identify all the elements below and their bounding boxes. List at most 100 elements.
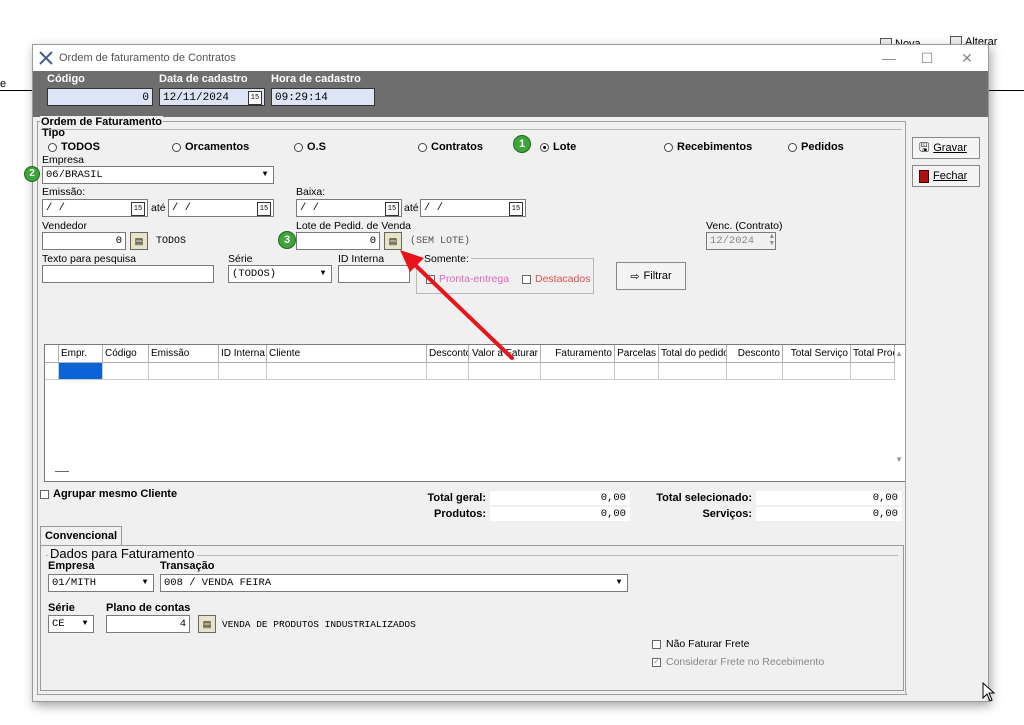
bg-left-fragment: e bbox=[0, 78, 7, 90]
empresa-select[interactable]: 06/BRASIL ▼ bbox=[42, 166, 274, 184]
baixa-ate-field[interactable]: / / 15 bbox=[420, 199, 526, 217]
grid-cell[interactable] bbox=[851, 363, 895, 380]
grid-column-header[interactable]: Código bbox=[103, 345, 149, 363]
transacao-label: Transação bbox=[160, 560, 215, 572]
maximize-button[interactable]: ☐ bbox=[913, 49, 941, 67]
tipo-radio-orcamentos[interactable]: Orcamentos bbox=[172, 141, 249, 153]
grid-cell[interactable] bbox=[783, 363, 851, 380]
spinner-icon[interactable]: ▲ ▼ bbox=[770, 234, 774, 248]
total-selecionado-value: 0,00 bbox=[756, 491, 902, 505]
tipo-radio-contratos[interactable]: Contratos bbox=[418, 141, 483, 153]
grid-column-header[interactable]: Emissão bbox=[149, 345, 219, 363]
emissao-de-field[interactable]: / / 15 bbox=[42, 199, 148, 217]
considerar-frete-checkbox[interactable]: Considerar Frete no Recebimento bbox=[652, 656, 824, 668]
plano-lookup-icon[interactable]: ▤ bbox=[198, 615, 216, 633]
grid-cell[interactable] bbox=[615, 363, 659, 380]
transacao-select[interactable]: 008 / VENDA FEIRA ▼ bbox=[160, 574, 628, 592]
grid-column-header[interactable]: Faturamento bbox=[541, 345, 615, 363]
grid-cell[interactable] bbox=[541, 363, 615, 380]
minimize-button[interactable]: — bbox=[875, 49, 903, 67]
save-icon: 🖫 bbox=[919, 139, 930, 154]
conv-empresa-select[interactable]: 01/MITH ▼ bbox=[48, 574, 154, 592]
lote-field[interactable]: 0 bbox=[296, 232, 380, 250]
agrupar-checkbox[interactable]: Agrupar mesmo Cliente bbox=[40, 488, 177, 500]
texto-pesquisa-input[interactable] bbox=[42, 265, 214, 283]
codigo-field[interactable]: 0 bbox=[47, 88, 153, 106]
tipo-radio-todos[interactable]: TODOS bbox=[48, 141, 100, 153]
grid-cell[interactable] bbox=[59, 363, 103, 380]
grid-column-header[interactable]: Total do pedido bbox=[659, 345, 727, 363]
gravar-button[interactable]: 🖫 Gravar bbox=[912, 137, 980, 159]
emissao-ate-value: / / bbox=[172, 202, 191, 214]
destacados-checkbox[interactable]: Destacados bbox=[522, 273, 590, 285]
grid-column-header[interactable]: Total Proc bbox=[851, 345, 895, 363]
tipo-label: Tipo bbox=[42, 127, 66, 139]
emissao-ate-label: até bbox=[151, 202, 166, 214]
emissao-label: Emissão: bbox=[42, 186, 86, 198]
calendar-icon[interactable]: 15 bbox=[248, 91, 262, 105]
grid-column-header[interactable]: ID Interna bbox=[219, 345, 267, 363]
tipo-option-label: Contratos bbox=[431, 141, 483, 153]
grid-cell[interactable] bbox=[427, 363, 469, 380]
grid-cell[interactable] bbox=[219, 363, 267, 380]
plano-contas-field[interactable]: 4 bbox=[106, 615, 190, 633]
calendar-icon[interactable]: 15 bbox=[385, 202, 399, 216]
tab-convencional[interactable]: Convencional bbox=[40, 526, 122, 546]
filter-icon: ⇨ bbox=[630, 270, 640, 283]
grid-cell[interactable] bbox=[267, 363, 427, 380]
chevron-down-icon[interactable]: ▼ bbox=[316, 267, 330, 281]
hora-cadastro-field[interactable]: 09:29:14 bbox=[271, 88, 375, 106]
radio-icon bbox=[172, 142, 181, 152]
calendar-icon[interactable]: 15 bbox=[257, 202, 271, 216]
chevron-down-icon[interactable]: ▼ bbox=[258, 168, 272, 182]
scroll-up-icon[interactable]: ▲ bbox=[895, 349, 903, 358]
serie-select[interactable]: (TODOS) ▼ bbox=[228, 265, 332, 283]
baixa-de-field[interactable]: / / 15 bbox=[296, 199, 402, 217]
grid-column-header[interactable]: Valor a Faturar bbox=[469, 345, 541, 363]
tipo-radio-os[interactable]: O.S bbox=[294, 141, 326, 153]
grid-column-header[interactable]: Desconto bbox=[727, 345, 783, 363]
pronta-entrega-checkbox[interactable]: Pronta-entrega bbox=[426, 273, 509, 285]
grid-cell[interactable] bbox=[727, 363, 783, 380]
tipo-option-label: Pedidos bbox=[801, 141, 844, 153]
grid-cell[interactable] bbox=[469, 363, 541, 380]
grid-column-header[interactable]: Empr. bbox=[59, 345, 103, 363]
grid-column-header[interactable]: Total Serviço bbox=[783, 345, 851, 363]
grid-cell[interactable] bbox=[103, 363, 149, 380]
grid-column-header[interactable]: Desconto bbox=[427, 345, 469, 363]
data-cadastro-field[interactable]: 12/11/2024 15 bbox=[159, 88, 265, 106]
fechar-button[interactable]: Fechar bbox=[912, 165, 980, 187]
grid-column-header[interactable]: Parcelas bbox=[615, 345, 659, 363]
conv-serie-select[interactable]: CE ▼ bbox=[48, 615, 94, 633]
calendar-icon[interactable]: 15 bbox=[509, 202, 523, 216]
grid-row-selector[interactable] bbox=[45, 363, 59, 380]
tipo-radio-pedidos[interactable]: Pedidos bbox=[788, 141, 844, 153]
destacados-label: Destacados bbox=[535, 273, 591, 285]
serie-label: Série bbox=[228, 253, 253, 265]
nao-faturar-frete-checkbox[interactable]: Não Faturar Frete bbox=[652, 638, 749, 650]
conv-empresa-value: 01/MITH bbox=[52, 577, 97, 589]
grid-cell[interactable] bbox=[149, 363, 219, 380]
chevron-down-icon[interactable]: ▼ bbox=[138, 576, 152, 590]
grid-cell[interactable] bbox=[659, 363, 727, 380]
lote-lookup-icon[interactable]: ▤ bbox=[384, 232, 402, 250]
vendedor-field[interactable]: 0 bbox=[42, 232, 126, 250]
venc-field[interactable]: 12/2024 ▲ ▼ bbox=[706, 232, 776, 250]
chevron-down-icon[interactable]: ▼ bbox=[612, 576, 626, 590]
scroll-down-icon[interactable]: ▼ bbox=[895, 455, 903, 464]
grid-column-header[interactable]: Cliente bbox=[267, 345, 427, 363]
chevron-down-icon[interactable]: ▼ bbox=[78, 617, 92, 631]
emissao-ate-field[interactable]: / / 15 bbox=[168, 199, 274, 217]
vendedor-lookup-icon[interactable]: ▤ bbox=[130, 232, 148, 250]
fechar-label: Fechar bbox=[933, 170, 968, 182]
orders-grid[interactable]: Empr. Código Emissão ID Interna Cliente Desco… bbox=[44, 344, 908, 482]
produtos-label: Produtos: bbox=[434, 508, 486, 520]
tipo-radio-recebimentos[interactable]: Recebimentos bbox=[664, 141, 752, 153]
filtrar-button[interactable]: ⇨ Filtrar bbox=[616, 262, 686, 290]
servicos-label: Serviços: bbox=[702, 508, 752, 520]
vendedor-name: TODOS bbox=[156, 236, 187, 247]
calendar-icon[interactable]: 15 bbox=[131, 202, 145, 216]
tipo-radio-lote[interactable]: Lote bbox=[540, 141, 576, 153]
close-button[interactable]: ✕ bbox=[953, 49, 981, 67]
id-interna-input[interactable] bbox=[338, 265, 410, 283]
